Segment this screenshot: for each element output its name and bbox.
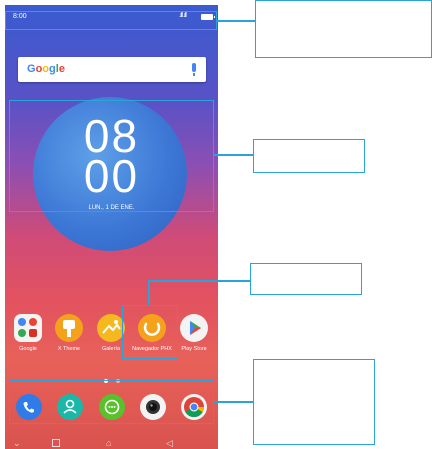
callout-label-box-2 xyxy=(253,139,365,173)
recents-icon[interactable] xyxy=(52,439,60,447)
play-store-icon xyxy=(180,314,208,342)
callout-label-box-4 xyxy=(253,359,375,445)
callout-status-bar-highlight xyxy=(5,11,217,30)
connector-line-4 xyxy=(213,401,254,403)
callout-label-box-1 xyxy=(255,0,432,58)
google-search-bar[interactable]: Google xyxy=(18,57,206,82)
x-theme-icon xyxy=(55,314,83,342)
app-label-x-theme: X Theme xyxy=(57,346,81,352)
mic-icon[interactable] xyxy=(192,63,196,76)
callout-clock-highlight xyxy=(9,100,214,212)
app-label-google: Google xyxy=(19,346,37,352)
connector-line-3a xyxy=(148,280,150,306)
back-icon[interactable]: ◁ xyxy=(166,438,173,449)
callout-label-box-3 xyxy=(250,263,362,295)
connector-line-3b xyxy=(148,280,251,282)
callout-app-highlight xyxy=(122,305,178,359)
chevron-down-icon[interactable]: ⌄ xyxy=(13,438,21,449)
gallery-icon xyxy=(97,314,125,342)
connector-line-1 xyxy=(216,20,256,22)
google-folder-icon xyxy=(14,314,42,342)
callout-dock-highlight xyxy=(9,380,214,424)
google-logo: Google xyxy=(27,63,65,75)
home-icon[interactable]: ⌂ xyxy=(106,438,111,448)
connector-line-2 xyxy=(213,154,254,156)
